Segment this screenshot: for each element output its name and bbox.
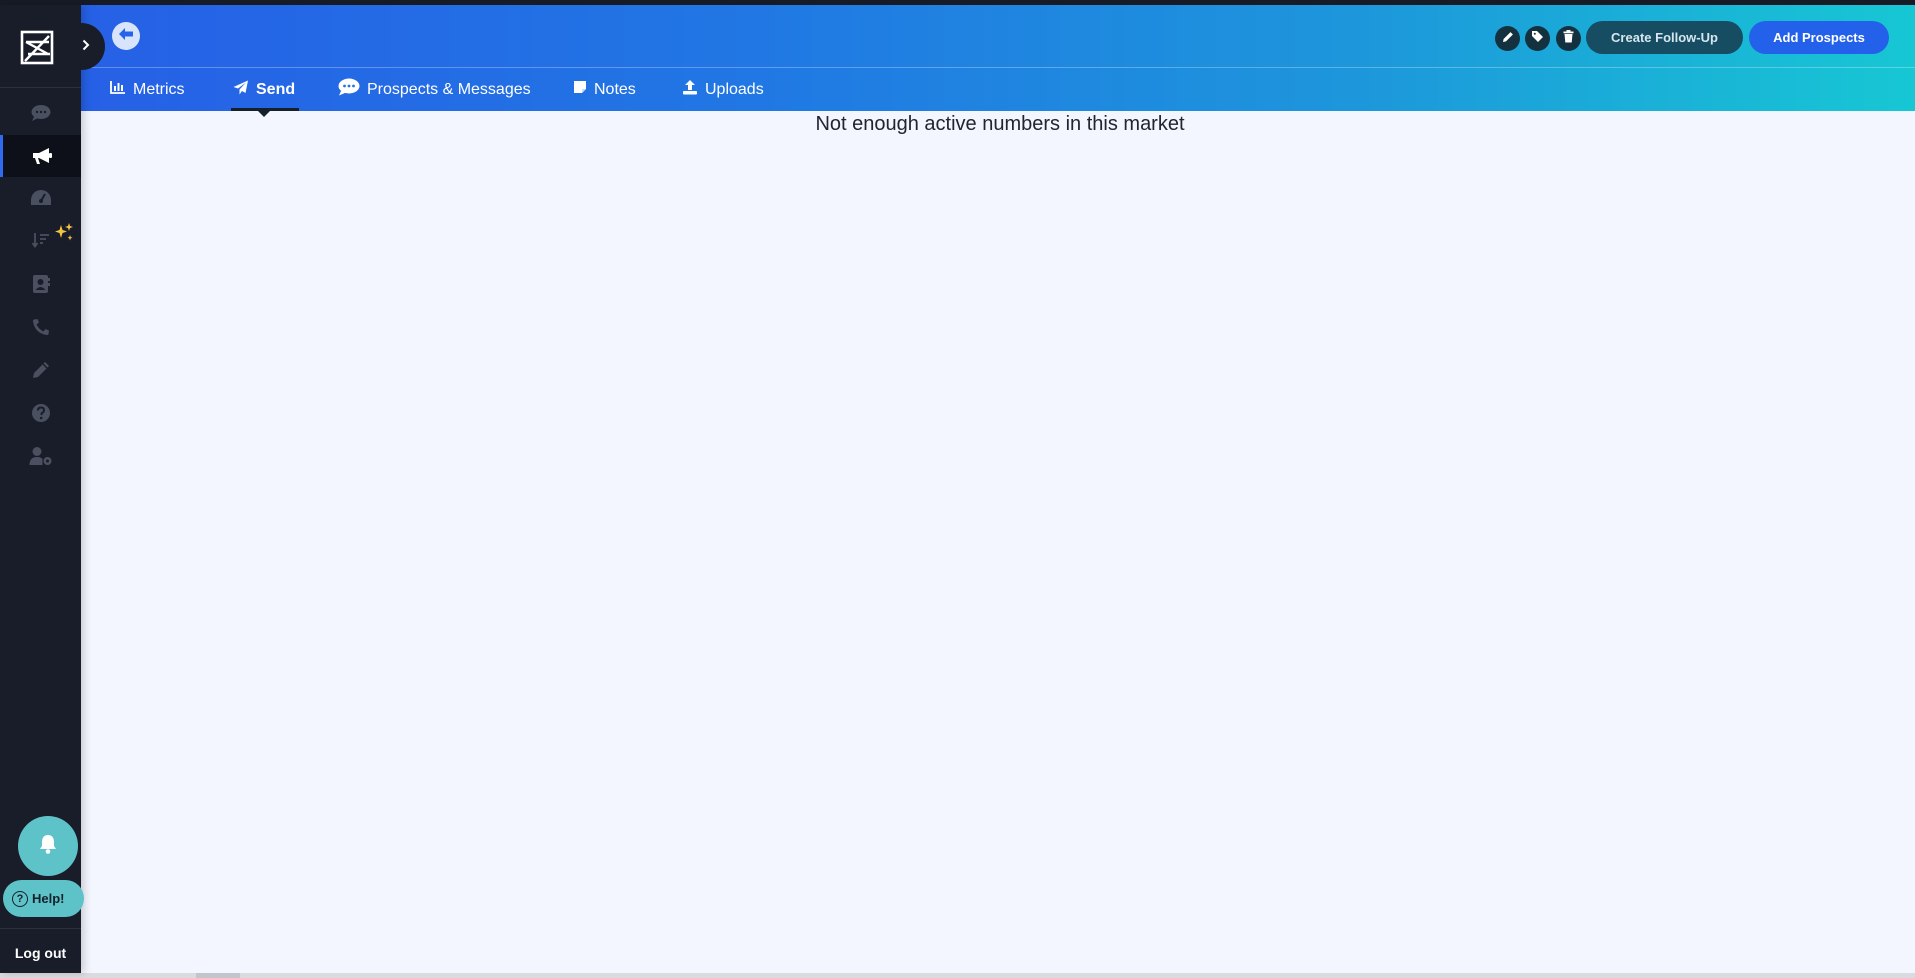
help-label: Help!	[32, 891, 65, 906]
delete-campaign-button[interactable]	[1556, 26, 1581, 51]
tab-label: Notes	[594, 80, 636, 98]
sort-sparkle-icon	[31, 231, 50, 249]
logout-button[interactable]: Log out	[0, 945, 81, 961]
create-follow-up-button[interactable]: Create Follow-Up	[1586, 21, 1743, 54]
speedometer-icon	[30, 189, 52, 207]
tab-prospects-messages[interactable]: Prospects & Messages	[338, 68, 531, 111]
tab-uploads[interactable]: Uploads	[682, 68, 764, 111]
phone-icon	[32, 318, 50, 336]
campaign-header: Create Follow-Up Add Prospects Metrics S…	[81, 5, 1915, 111]
tab-label: Metrics	[133, 80, 185, 98]
question-circle-icon: ?	[12, 890, 28, 907]
notifications-button[interactable]	[18, 816, 78, 876]
tab-label: Send	[256, 80, 296, 98]
sidebar-item-sort[interactable]	[0, 219, 81, 261]
send-panel: Not enough active numbers in this market	[81, 111, 1915, 973]
sticky-note-icon	[573, 80, 587, 99]
help-button[interactable]: ? Help!	[3, 880, 84, 917]
tab-label: Uploads	[705, 80, 764, 98]
bell-icon	[38, 833, 58, 860]
sparkle-icon	[53, 222, 75, 244]
sidebar-item-templates[interactable]	[0, 349, 81, 391]
empty-state-message: Not enough active numbers in this market	[815, 113, 1185, 135]
add-prospects-button[interactable]: Add Prospects	[1749, 21, 1889, 54]
tab-label: Prospects & Messages	[367, 80, 531, 98]
pencil-icon	[1502, 30, 1514, 48]
trash-icon	[1563, 29, 1574, 48]
sidebar-item-user-settings[interactable]	[0, 435, 81, 477]
sidebar-item-help-center[interactable]	[0, 392, 81, 434]
expand-sidebar-button[interactable]	[58, 23, 105, 70]
question-icon	[31, 403, 51, 423]
tab-metrics[interactable]: Metrics	[110, 68, 185, 111]
sidebar: ? Help! Log out	[0, 5, 105, 973]
paper-plane-icon	[233, 80, 249, 100]
sidebar-item-dashboard[interactable]	[0, 177, 81, 219]
tags-button[interactable]	[1525, 26, 1550, 51]
brand-logo-icon[interactable]	[20, 29, 56, 69]
tags-icon	[1531, 30, 1545, 48]
edit-campaign-button[interactable]	[1495, 26, 1520, 51]
chevron-right-icon	[82, 38, 90, 56]
sidebar-item-contacts[interactable]	[0, 263, 81, 305]
logout-divider	[0, 928, 81, 929]
arrow-left-circle-icon	[118, 27, 134, 46]
contact-book-icon	[32, 274, 50, 294]
sidebar-item-calls[interactable]	[0, 306, 81, 348]
bar-chart-icon	[110, 80, 126, 99]
scrollbar-thumb[interactable]	[196, 973, 240, 978]
chat-bubble-icon	[31, 104, 51, 122]
pencil-icon	[31, 360, 51, 380]
upload-icon	[682, 79, 698, 100]
tab-notes[interactable]: Notes	[573, 68, 636, 111]
active-tab-caret	[258, 111, 270, 117]
user-gear-icon	[29, 446, 53, 466]
back-button[interactable]	[112, 22, 140, 50]
sidebar-item-messages[interactable]	[0, 92, 81, 134]
megaphone-icon	[31, 146, 53, 166]
horizontal-scrollbar[interactable]	[0, 973, 1915, 978]
tab-send[interactable]: Send	[233, 68, 295, 111]
campaign-tabs: Metrics Send Prospects & Messages Notes …	[81, 68, 1081, 111]
sidebar-item-campaigns[interactable]	[0, 135, 81, 177]
comments-icon	[338, 78, 360, 101]
sidebar-divider	[0, 87, 81, 88]
